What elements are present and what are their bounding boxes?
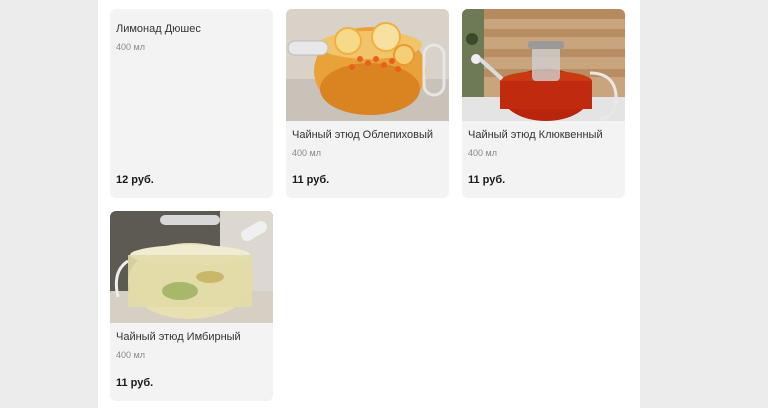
cranberry-tea-photo: [462, 9, 625, 121]
product-name: Чайный этюд Облепиховый: [292, 129, 434, 141]
product-card-ginger-tea[interactable]: Чайный этюд Имбирный 400 мл 11 руб.: [110, 211, 273, 401]
product-volume: 400 мл: [116, 42, 145, 52]
product-grid: Лимонад Дюшес 400 мл 12 руб. Чайный этюд…: [98, 0, 640, 408]
product-price: 11 руб.: [116, 377, 154, 389]
product-volume: 400 мл: [468, 148, 497, 158]
product-volume: 400 мл: [116, 350, 145, 360]
product-card-sea-buckthorn-tea[interactable]: Чайный этюд Облепиховый 400 мл 11 руб.: [286, 9, 449, 198]
product-price: 11 руб.: [292, 174, 330, 186]
product-price: 12 руб.: [116, 174, 154, 186]
ginger-tea-photo: [110, 211, 273, 323]
product-price: 11 руб.: [468, 174, 506, 186]
product-name: Лимонад Дюшес: [116, 23, 201, 35]
product-card-lemonade-duchesse[interactable]: Лимонад Дюшес 400 мл 12 руб.: [110, 9, 273, 198]
product-volume: 400 мл: [292, 148, 321, 158]
product-name: Чайный этюд Имбирный: [116, 331, 241, 343]
product-name: Чайный этюд Клюквенный: [468, 129, 603, 141]
sea-buckthorn-tea-photo: [286, 9, 449, 121]
product-card-cranberry-tea[interactable]: Чайный этюд Клюквенный 400 мл 11 руб.: [462, 9, 625, 198]
